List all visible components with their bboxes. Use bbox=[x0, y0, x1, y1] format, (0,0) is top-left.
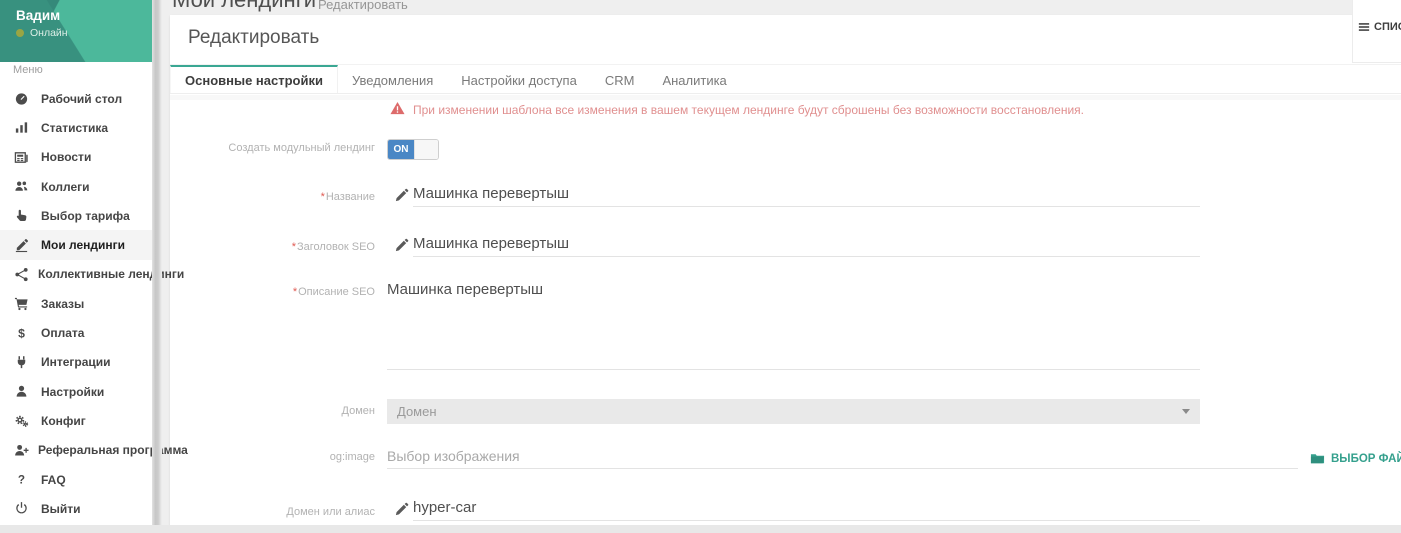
edit-icon bbox=[14, 238, 32, 253]
user-plus-icon bbox=[14, 443, 29, 458]
folder-icon bbox=[1310, 451, 1325, 466]
stats-icon bbox=[14, 120, 32, 135]
power-icon bbox=[14, 501, 32, 516]
sidebar-item-8[interactable]: $ Оплата bbox=[0, 318, 152, 347]
og-image-label: og:image bbox=[170, 451, 375, 463]
list-icon bbox=[1358, 21, 1370, 33]
sidebar-item-2[interactable]: Новости bbox=[0, 143, 152, 172]
sidebar-item-label: Оплата bbox=[41, 326, 84, 340]
scrollbar[interactable] bbox=[152, 0, 162, 533]
warning-icon bbox=[390, 101, 405, 116]
sidebar-item-label: FAQ bbox=[41, 473, 66, 487]
sidebar-item-label: Интеграции bbox=[41, 355, 111, 369]
user-status: Онлайн bbox=[16, 27, 68, 39]
sidebar-item-label: Мои лендинги bbox=[41, 238, 125, 252]
share-icon bbox=[14, 267, 29, 282]
chevron-down-icon bbox=[1182, 409, 1190, 414]
users-icon bbox=[14, 179, 32, 194]
alias-input[interactable] bbox=[413, 495, 1200, 521]
pencil-icon bbox=[395, 238, 409, 252]
pencil-icon bbox=[395, 502, 409, 516]
modular-label: Создать модульный лендинг bbox=[170, 142, 375, 154]
template-warning: При изменении шаблона все изменения в ва… bbox=[390, 101, 1084, 117]
seo-title-label: Заголовок SEO bbox=[170, 241, 375, 253]
online-status-icon bbox=[16, 29, 24, 37]
domain-select[interactable]: Домен bbox=[387, 399, 1200, 424]
list-panel: СПИСОК bbox=[1352, 0, 1401, 63]
bottom-edge bbox=[0, 525, 1401, 533]
sidebar-item-5[interactable]: Мои лендинги bbox=[0, 230, 152, 259]
sidebar-item-7[interactable]: Заказы bbox=[0, 289, 152, 318]
tab-bar: Основные настройкиУведомленияНастройки д… bbox=[170, 65, 1401, 94]
tab-0[interactable]: Основные настройки bbox=[170, 65, 338, 93]
svg-text:$: $ bbox=[18, 326, 25, 340]
sidebar-item-4[interactable]: Выбор тарифа bbox=[0, 201, 152, 230]
tab-1[interactable]: Уведомления bbox=[338, 65, 447, 93]
list-button[interactable]: СПИСОК bbox=[1358, 21, 1401, 33]
user-name: Вадим bbox=[16, 8, 60, 23]
choose-file-button[interactable]: ВЫБОР ФАЙЛА bbox=[1310, 451, 1401, 466]
choose-file-label: ВЫБОР ФАЙЛА bbox=[1331, 453, 1401, 465]
sidebar-item-label: Коллективные лендинги bbox=[38, 267, 184, 281]
sidebar-item-10[interactable]: Настройки bbox=[0, 377, 152, 406]
seo-title-input[interactable] bbox=[413, 231, 1200, 257]
sidebar-item-0[interactable]: Рабочий стол bbox=[0, 84, 152, 113]
cart-icon bbox=[14, 296, 32, 311]
sidebar-item-3[interactable]: Коллеги bbox=[0, 172, 152, 201]
sidebar-item-1[interactable]: Статистика bbox=[0, 113, 152, 142]
toggle-off-state bbox=[414, 140, 438, 159]
sidebar: Вадим Онлайн Меню Рабочий стол Статистика… bbox=[0, 0, 152, 525]
tab-bar-underlay bbox=[170, 95, 1401, 100]
page-subtitle: Редактировать bbox=[318, 0, 408, 12]
svg-text:?: ? bbox=[18, 474, 25, 487]
gears-icon bbox=[14, 413, 32, 428]
user-icon bbox=[14, 384, 32, 399]
plug-icon bbox=[14, 355, 32, 370]
sidebar-item-6[interactable]: Коллективные лендинги bbox=[0, 260, 152, 289]
sidebar-item-11[interactable]: Конфиг bbox=[0, 406, 152, 435]
dollar-icon: $ bbox=[14, 326, 32, 341]
sidebar-item-label: Конфиг bbox=[41, 414, 86, 428]
edit-card: Редактировать Основные настройкиУведомле… bbox=[170, 15, 1401, 533]
sidebar-item-label: Статистика bbox=[41, 121, 108, 135]
sidebar-item-13[interactable]: ? FAQ bbox=[0, 465, 152, 494]
alias-label: Домен или алиас bbox=[170, 506, 375, 518]
og-image-input[interactable] bbox=[387, 443, 1298, 469]
sidebar-item-12[interactable]: Реферальная программа bbox=[0, 436, 152, 465]
card-title: Редактировать bbox=[188, 27, 319, 49]
sidebar-item-label: Выйти bbox=[41, 502, 81, 516]
modular-toggle[interactable]: ON bbox=[387, 139, 439, 160]
sidebar-menu: Рабочий стол Статистика Новости Коллеги Выбо… bbox=[0, 84, 152, 523]
sidebar-item-9[interactable]: Интеграции bbox=[0, 348, 152, 377]
pencil-icon bbox=[395, 188, 409, 202]
list-button-label: СПИСОК bbox=[1374, 21, 1401, 33]
sidebar-item-label: Новости bbox=[41, 150, 91, 164]
news-icon bbox=[14, 150, 32, 165]
page-title: Мои лендинги bbox=[172, 0, 316, 13]
sidebar-item-label: Настройки bbox=[41, 385, 104, 399]
sidebar-item-label: Рабочий стол bbox=[41, 92, 122, 106]
name-input[interactable] bbox=[413, 181, 1200, 207]
question-icon: ? bbox=[14, 472, 32, 487]
warning-text: При изменении шаблона все изменения в ва… bbox=[413, 101, 1084, 117]
domain-label: Домен bbox=[170, 405, 375, 417]
sidebar-item-label: Реферальная программа bbox=[38, 443, 188, 457]
tab-4[interactable]: Аналитика bbox=[648, 65, 740, 93]
menu-section-label: Меню bbox=[13, 64, 43, 76]
sidebar-item-label: Коллеги bbox=[41, 180, 90, 194]
hand-pointer-icon bbox=[14, 208, 32, 223]
seo-description-textarea[interactable]: Машинка перевертыш bbox=[387, 273, 1200, 370]
dashboard-icon bbox=[14, 91, 32, 106]
name-label: Название bbox=[170, 191, 375, 203]
sidebar-user-panel: Вадим Онлайн bbox=[0, 0, 152, 62]
sidebar-item-14[interactable]: Выйти bbox=[0, 494, 152, 523]
toggle-on-state: ON bbox=[388, 140, 414, 159]
status-label: Онлайн bbox=[30, 27, 68, 39]
domain-select-value: Домен bbox=[397, 404, 437, 419]
seo-description-label: Описание SEO bbox=[170, 286, 375, 298]
tab-3[interactable]: CRM bbox=[591, 65, 649, 93]
tab-2[interactable]: Настройки доступа bbox=[447, 65, 591, 93]
sidebar-item-label: Выбор тарифа bbox=[41, 209, 130, 223]
sidebar-item-label: Заказы bbox=[41, 297, 84, 311]
